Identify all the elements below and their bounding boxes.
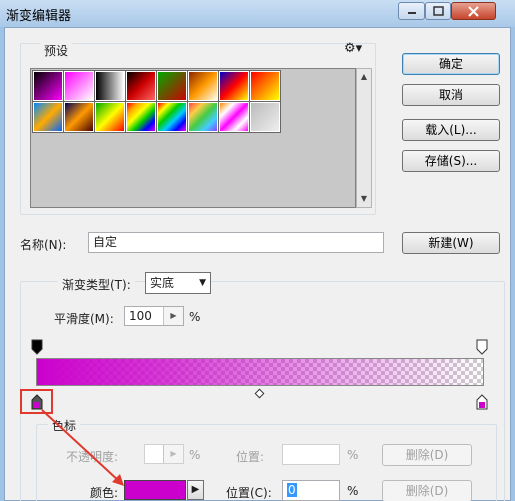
preset-swatch[interactable] [63,101,95,133]
load-button[interactable]: 载入(L)... [402,119,500,141]
opacity-arrow-icon[interactable]: ▶ [163,445,183,463]
annotation-arrow-icon [41,409,124,486]
color-menu-arrow-icon[interactable]: ▶ [187,480,204,500]
preset-swatch[interactable] [94,70,126,102]
title-bar: 渐变编辑器 [0,0,515,27]
preset-swatch[interactable] [125,101,157,133]
color-location-value: 0 [287,483,297,497]
gradient-type-value: 实底 [150,276,175,290]
opacity-location-input[interactable] [282,444,340,465]
opacity-input[interactable]: ▶ [144,444,184,464]
cancel-button[interactable]: 取消 [402,84,500,106]
window-title: 渐变编辑器 [6,9,72,24]
save-button[interactable]: 存储(S)... [402,150,500,172]
close-icon [468,5,479,17]
preset-swatch[interactable] [63,70,95,102]
minimize-button[interactable] [398,2,425,20]
preset-swatch[interactable] [187,70,219,102]
opacity-percent: % [189,448,201,462]
color-swatch[interactable] [124,480,186,500]
color-stop-right[interactable] [476,394,488,410]
preset-swatch[interactable] [218,70,250,102]
preset-swatch[interactable] [218,101,250,133]
presets-legend: 预设 [40,42,73,59]
preset-swatch[interactable] [156,101,188,133]
preset-swatch[interactable] [125,70,157,102]
color-location-label: 位置(C): [226,486,272,500]
gradient-preview-bar[interactable] [36,358,484,386]
smoothness-label: 平滑度(M): [54,312,114,326]
preset-swatch[interactable] [249,101,281,133]
maximize-button[interactable] [425,2,451,20]
scroll-down-icon[interactable]: ▼ [357,191,371,207]
preset-swatch[interactable] [32,70,64,102]
preset-swatch-panel[interactable] [30,68,356,208]
preset-scrollbar[interactable]: ▲ ▼ [356,68,372,208]
opacity-stop-left[interactable] [31,339,43,355]
gradient-type-label: 渐变类型(T): [58,276,135,293]
preset-swatch[interactable] [156,70,188,102]
preset-swatch[interactable] [94,101,126,133]
opacity-location-label: 位置: [236,450,265,464]
preset-swatch[interactable] [249,70,281,102]
gradient-type-select[interactable]: 实底 ▼ [145,272,211,294]
name-label: 名称(N): [20,238,67,252]
opacity-location-percent: % [347,448,359,462]
delete-color-stop-button[interactable]: 删除(D) [382,480,472,501]
preset-swatch[interactable] [32,101,64,133]
smoothness-arrow-icon[interactable]: ▶ [163,307,183,325]
opacity-stop-right[interactable] [476,339,488,355]
chevron-down-icon: ▼ [199,278,206,288]
new-button[interactable]: 新建(W) [402,232,500,254]
maximize-icon [432,6,444,16]
delete-opacity-stop-button[interactable]: 删除(D) [382,444,472,466]
smoothness-value: 100 [129,309,152,323]
preset-swatch[interactable] [187,101,219,133]
scroll-up-icon[interactable]: ▲ [357,69,371,85]
color-location-percent: % [347,484,359,498]
name-field[interactable]: 自定 [88,232,384,253]
smoothness-percent: % [189,310,201,324]
close-button[interactable] [451,2,496,20]
smoothness-input[interactable]: 100 ▶ [124,306,184,326]
gear-icon[interactable]: ⚙▾ [344,41,362,56]
color-location-input[interactable]: 0 [282,480,340,501]
ok-button[interactable]: 确定 [402,53,500,75]
minimize-icon [407,12,416,14]
